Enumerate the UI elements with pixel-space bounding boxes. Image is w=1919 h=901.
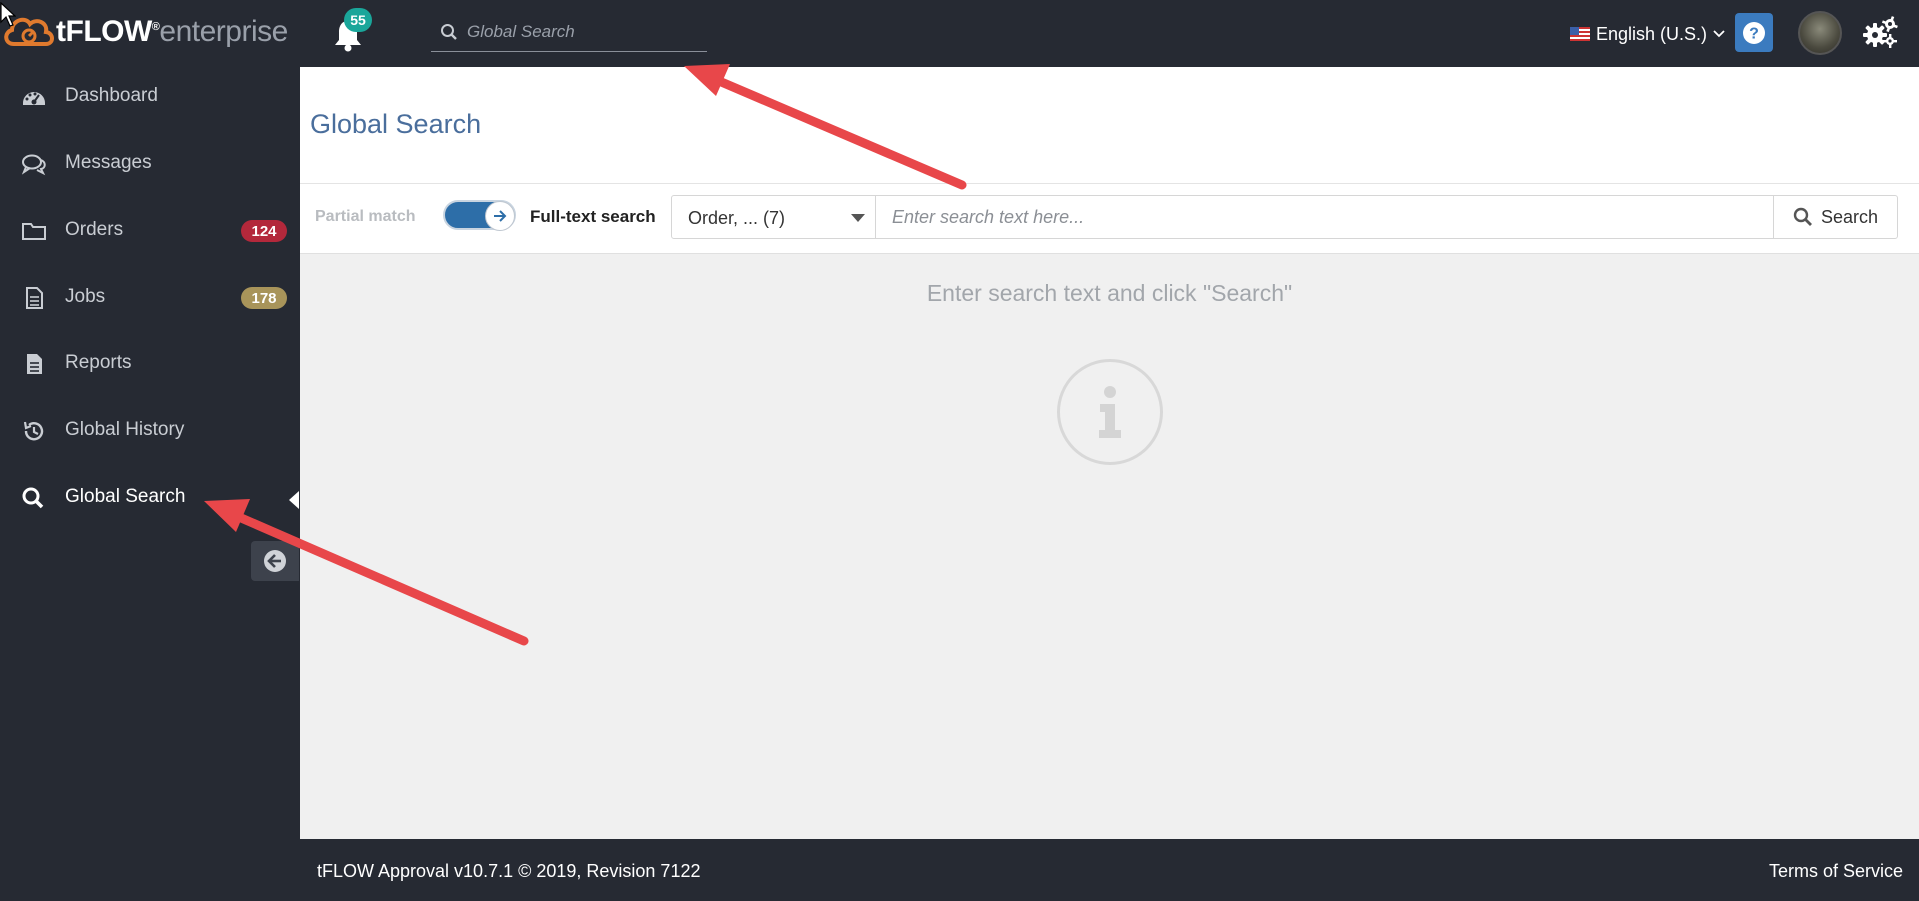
help-label: ? [1749,25,1759,42]
search-scope-select[interactable]: Order, ... (7) [671,195,876,239]
user-avatar[interactable] [1798,11,1842,55]
sidebar-item-label: Dashboard [65,85,158,106]
history-icon [23,421,44,441]
sidebar-item-label: Global History [65,419,185,440]
page-header: Global Search [300,67,1919,184]
sidebar-item-label: Orders [65,219,124,240]
top-bar: tFLOW®enterprise 55 English (U.S.) ? [0,0,1919,67]
language-label: English (U.S.) [1596,23,1708,44]
sidebar-item-label: Reports [65,352,132,373]
chevron-down-icon [1713,30,1725,38]
question-icon: ? [1743,21,1765,44]
info-icon [1057,359,1163,465]
sidebar-item-reports[interactable]: Reports [0,340,299,388]
sidebar-item-label: Global Search [65,486,186,507]
sidebar-item-global-search[interactable]: Global Search [0,474,299,522]
folder-icon [22,223,46,240]
document-icon [26,287,43,309]
global-search-input[interactable] [467,21,697,42]
collapse-sidebar-button[interactable] [251,541,299,581]
arrow-right-icon [494,210,507,222]
search-icon [431,12,467,52]
arrow-left-circle-icon [264,550,286,572]
footer: tFLOW Approval v10.7.1 © 2019, Revision … [300,839,1919,901]
search-button[interactable]: Search [1773,195,1898,239]
search-scope-value: Order, ... (7) [688,208,786,228]
us-flag-icon [1570,27,1590,41]
orders-count-badge: 124 [241,220,287,242]
search-text-field[interactable] [876,195,1774,239]
sidebar-item-label: Jobs [65,286,106,307]
sidebar-item-dashboard[interactable]: Dashboard [0,73,299,121]
dashboard-icon [23,92,45,105]
settings-gears-icon[interactable] [1862,16,1898,50]
caret-down-icon [851,214,865,222]
search-text-input[interactable] [892,196,1757,238]
notification-count-badge: 55 [344,8,372,32]
page-title: Global Search [310,109,482,139]
global-search-bar[interactable] [431,12,707,52]
search-icon [22,487,44,509]
search-mode-toggle[interactable] [443,200,516,231]
jobs-count-badge: 178 [241,287,287,309]
sidebar-item-jobs[interactable]: Jobs 178 [0,274,299,322]
search-toolbar: Partial match Full-text search Order, ..… [300,184,1919,254]
sidebar-item-messages[interactable]: Messages [0,140,299,188]
logo-main: tFLOW [56,15,152,48]
active-item-caret-icon [289,491,299,509]
app-logo[interactable]: tFLOW®enterprise [0,10,288,54]
sidebar-item-orders[interactable]: Orders 124 [0,207,299,255]
report-icon [27,354,42,374]
mouse-cursor-icon [0,2,16,27]
messages-icon [21,154,46,176]
sidebar-item-global-history[interactable]: Global History [0,407,299,455]
app-logo-text: tFLOW®enterprise [56,15,288,49]
search-icon [1793,207,1812,226]
language-selector[interactable]: English (U.S.) [1570,21,1725,47]
main-content: Global Search Partial match Full-text se… [300,67,1919,839]
help-button[interactable]: ? [1735,13,1773,52]
version-info: tFLOW Approval v10.7.1 © 2019, Revision … [317,861,701,881]
full-text-search-label[interactable]: Full-text search [530,207,656,227]
toggle-knob [485,201,515,231]
sidebar: Dashboard Messages Orders 124 Jobs 178 R… [0,67,299,901]
partial-match-label[interactable]: Partial match [315,208,415,226]
empty-state-message: Enter search text and click "Search" [926,280,1293,306]
search-button-label: Search [1820,206,1879,227]
logo-suffix: enterprise [159,15,288,48]
sidebar-item-label: Messages [65,152,152,173]
terms-of-service-link[interactable]: Terms of Service [1769,861,1903,882]
